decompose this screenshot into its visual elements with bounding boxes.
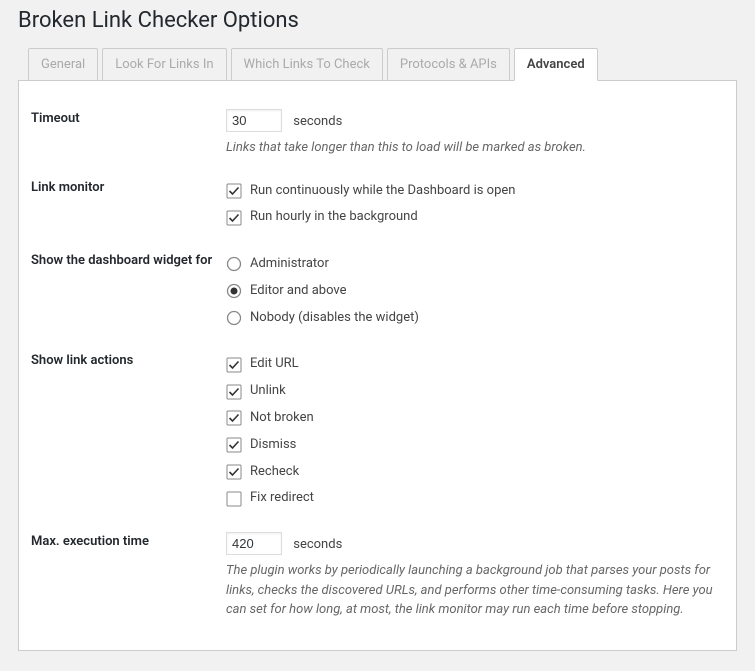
radio-option[interactable]: Nobody (disables the widget): [226, 305, 714, 332]
option-label: Not broken: [250, 408, 314, 429]
page-title: Broken Link Checker Options: [18, 8, 737, 33]
max-exec-unit: seconds: [293, 537, 342, 552]
checkbox-icon[interactable]: [226, 410, 242, 426]
timeout-unit: seconds: [293, 114, 342, 129]
option-label: Edit URL: [250, 354, 299, 375]
option-label: Nobody (disables the widget): [250, 308, 419, 329]
radio-option[interactable]: Administrator: [226, 251, 714, 278]
dashboard-widget-label: Show the dashboard widget for: [31, 241, 226, 341]
checkbox-icon[interactable]: [226, 384, 242, 400]
tabs-nav: GeneralLook For Links InWhich Links To C…: [18, 47, 737, 80]
link-monitor-label: Link monitor: [31, 168, 226, 242]
tab-look-for-links-in[interactable]: Look For Links In: [102, 48, 226, 81]
timeout-description: Links that take longer than this to load…: [226, 138, 714, 158]
option-label: Run continuously while the Dashboard is …: [250, 181, 515, 202]
checkbox-icon[interactable]: [226, 357, 242, 373]
timeout-input[interactable]: [226, 109, 282, 132]
checkbox-option[interactable]: Fix redirect: [226, 485, 714, 512]
checkbox-icon[interactable]: [226, 491, 242, 507]
checkbox-option[interactable]: Run hourly in the background: [226, 204, 714, 231]
timeout-label: Timeout: [31, 99, 226, 168]
settings-panel: Timeout seconds Links that take longer t…: [18, 80, 737, 651]
checkbox-option[interactable]: Not broken: [226, 405, 714, 432]
option-label: Editor and above: [250, 281, 347, 302]
radio-icon[interactable]: [226, 256, 242, 272]
option-label: Recheck: [250, 462, 299, 483]
option-label: Administrator: [250, 254, 329, 275]
max-exec-label: Max. execution time: [31, 522, 226, 630]
checkbox-option[interactable]: Run continuously while the Dashboard is …: [226, 178, 714, 205]
radio-icon[interactable]: [226, 283, 242, 299]
option-label: Dismiss: [250, 435, 296, 456]
link-actions-label: Show link actions: [31, 341, 226, 522]
checkbox-icon[interactable]: [226, 464, 242, 480]
tab-advanced[interactable]: Advanced: [514, 48, 598, 81]
radio-icon[interactable]: [226, 310, 242, 326]
checkbox-icon[interactable]: [226, 183, 242, 199]
tab-which-links-to-check[interactable]: Which Links To Check: [231, 48, 383, 81]
checkbox-option[interactable]: Dismiss: [226, 432, 714, 459]
option-label: Run hourly in the background: [250, 207, 418, 228]
option-label: Fix redirect: [250, 488, 314, 509]
tab-protocols-apis[interactable]: Protocols & APIs: [387, 48, 510, 81]
tab-general[interactable]: General: [28, 48, 98, 81]
option-label: Unlink: [250, 381, 286, 402]
checkbox-option[interactable]: Unlink: [226, 378, 714, 405]
checkbox-option[interactable]: Edit URL: [226, 351, 714, 378]
checkbox-icon[interactable]: [226, 210, 242, 226]
max-exec-description: The plugin works by periodically launchi…: [226, 561, 714, 620]
checkbox-icon[interactable]: [226, 437, 242, 453]
radio-option[interactable]: Editor and above: [226, 278, 714, 305]
checkbox-option[interactable]: Recheck: [226, 459, 714, 486]
